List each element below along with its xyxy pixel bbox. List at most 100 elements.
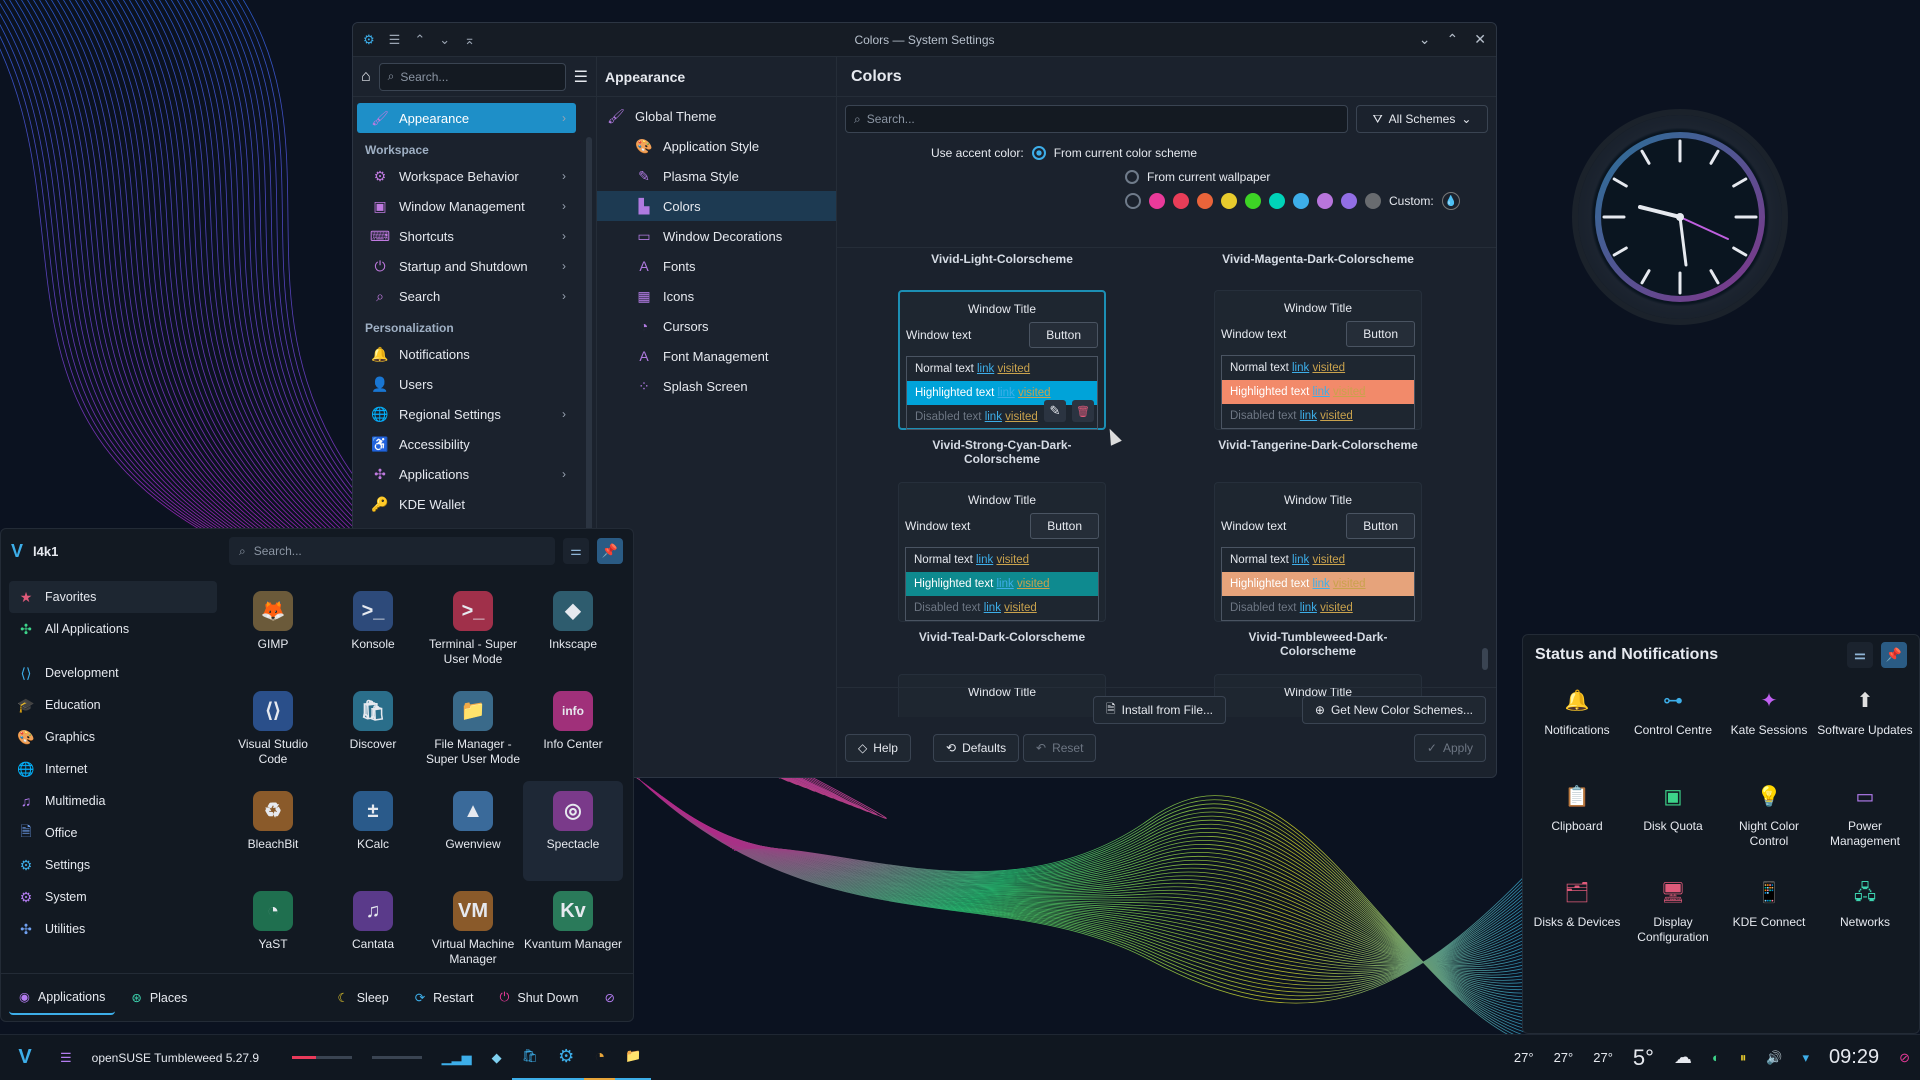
category-education[interactable]: 🎓 Education: [9, 689, 217, 721]
menu-icon[interactable]: ☰: [389, 32, 401, 48]
app-inkscape[interactable]: ◆ Inkscape: [523, 581, 623, 681]
app-gimp[interactable]: 🦊 GIMP: [223, 581, 323, 681]
category-favorites[interactable]: ★ Favorites: [9, 581, 217, 613]
accent-swatch[interactable]: [1269, 193, 1285, 209]
accent-swatch[interactable]: [1221, 193, 1237, 209]
defaults-button[interactable]: ⟲ Defaults: [933, 734, 1020, 762]
accent-swatch[interactable]: [1293, 193, 1309, 209]
app-file-manager-super-user-mode[interactable]: 📁 File Manager - Super User Mode: [423, 681, 523, 781]
accent-swatch[interactable]: [1149, 193, 1165, 209]
sidebar-item-notifications[interactable]: 🔔 Notifications: [357, 339, 576, 369]
app-spectacle[interactable]: ◎ Spectacle: [523, 781, 623, 881]
subpanel-item-plasma-style[interactable]: ✎ Plasma Style: [597, 161, 836, 191]
sidebar-item-workspace-behavior[interactable]: ⚙ Workspace Behavior ›: [357, 161, 576, 191]
app-kcalc[interactable]: ± KCalc: [323, 781, 423, 881]
accent-swatch[interactable]: [1341, 193, 1357, 209]
category-settings[interactable]: ⚙ Settings: [9, 849, 217, 881]
pin-icon[interactable]: 📌: [1881, 642, 1907, 668]
status-item-kate-sessions[interactable]: ✦ Kate Sessions: [1721, 687, 1817, 783]
get-new-schemes-button[interactable]: ⊕ Get New Color Schemes...: [1301, 696, 1486, 724]
subpanel-item-splash-screen[interactable]: ⁘ Splash Screen: [597, 371, 836, 401]
taskbar-browser[interactable]: ◔: [584, 1035, 616, 1080]
maximize-button[interactable]: ⌃: [1447, 31, 1459, 48]
taskbar-system-settings[interactable]: ⚙: [548, 1035, 585, 1080]
taskbar-discover[interactable]: 🛍: [511, 1035, 549, 1080]
category-internet[interactable]: 🌐 Internet: [9, 753, 217, 785]
category-development[interactable]: ⟨⟩ Development: [9, 657, 217, 689]
color-scheme-card[interactable]: Window Title Window text Button Normal text…: [897, 482, 1107, 650]
hamburger-menu-icon[interactable]: ☰: [574, 67, 588, 87]
restart-button[interactable]: ⟳ Restart: [405, 981, 484, 1015]
category-multimedia[interactable]: ♫ Multimedia: [9, 785, 217, 817]
app-gwenview[interactable]: ▲ Gwenview: [423, 781, 523, 881]
subpanel-item-fonts[interactable]: A Fonts: [597, 251, 836, 281]
weather-temp[interactable]: 5°: [1623, 1035, 1664, 1080]
radio-current-scheme[interactable]: [1031, 146, 1046, 160]
subpanel-item-cursors[interactable]: ◔ Cursors: [597, 311, 836, 341]
sidebar-item-kde-wallet[interactable]: 🔑 KDE Wallet: [357, 489, 576, 519]
status-item-clipboard[interactable]: 📋 Clipboard: [1529, 783, 1625, 879]
clock-time[interactable]: 09:29: [1819, 1035, 1889, 1080]
accent-swatch[interactable]: [1317, 193, 1333, 209]
show-desktop-icon[interactable]: ⊘: [1889, 1035, 1920, 1080]
sidebar-item-window-management[interactable]: ▣ Window Management ›: [357, 191, 576, 221]
accent-swatch[interactable]: [1245, 193, 1261, 209]
reset-button[interactable]: ↶ Reset: [1023, 734, 1097, 762]
color-scheme-card[interactable]: Window Title Window text Button Normal text…: [897, 290, 1107, 466]
app-bleachbit[interactable]: ♻ BleachBit: [223, 781, 323, 881]
app-gear-icon[interactable]: ⚙: [363, 32, 375, 48]
app-kvantum-manager[interactable]: Kv Kvantum Manager: [523, 881, 623, 981]
pause-icon[interactable]: ⏸: [1730, 1035, 1757, 1080]
sleep-button[interactable]: ☾ Sleep: [327, 981, 398, 1015]
app-virtual-machine-manager[interactable]: VM Virtual Machine Manager: [423, 881, 523, 981]
subpanel-item-window-decorations[interactable]: ▭ Window Decorations: [597, 221, 836, 251]
app-cantata[interactable]: ♫ Cantata: [323, 881, 423, 981]
pin-icon[interactable]: 📌: [597, 538, 623, 564]
app-discover[interactable]: 🛍 Discover: [323, 681, 423, 781]
apply-button[interactable]: ✓ Apply: [1413, 734, 1486, 762]
app-konsole[interactable]: >_ Konsole: [323, 581, 423, 681]
taskbar-inkscape[interactable]: ◆: [482, 1035, 512, 1080]
tray-expand-icon[interactable]: ▾: [1793, 1035, 1820, 1080]
subpanel-item-colors[interactable]: ▙ Colors: [597, 191, 836, 221]
subpanel-item-application-style[interactable]: 🎨 Application Style: [597, 131, 836, 161]
sidebar-item-search[interactable]: ⌕ Search ›: [357, 281, 576, 311]
install-from-file-button[interactable]: 🗎 Install from File...: [1092, 696, 1226, 724]
accent-swatch[interactable]: [1197, 193, 1213, 209]
shade-icon[interactable]: ⌅: [464, 32, 475, 48]
custom-color-picker[interactable]: 💧: [1441, 192, 1460, 210]
close-button[interactable]: ✕: [1474, 31, 1486, 48]
status-item-control-centre[interactable]: ⊶ Control Centre: [1625, 687, 1721, 783]
status-item-notifications[interactable]: 🔔 Notifications: [1529, 687, 1625, 783]
sidebar-item-accessibility[interactable]: ♿ Accessibility: [357, 429, 576, 459]
status-item-power-management[interactable]: ▭ Power Management: [1817, 783, 1913, 879]
pager-icon[interactable]: ☰: [50, 1035, 82, 1080]
sidebar-item-appearance[interactable]: 🖌 Appearance ›: [357, 103, 576, 133]
help-button[interactable]: ◇ Help: [845, 734, 911, 762]
minimize-button[interactable]: ⌄: [1419, 31, 1431, 48]
leave-options-button[interactable]: ⊘: [595, 981, 625, 1015]
status-item-disk-quota[interactable]: ▣ Disk Quota: [1625, 783, 1721, 879]
keep-below-icon[interactable]: ⌄: [439, 32, 450, 48]
status-item-kde-connect[interactable]: 📱 KDE Connect: [1721, 879, 1817, 975]
app-visual-studio-code[interactable]: ⟨⟩ Visual Studio Code: [223, 681, 323, 781]
category-office[interactable]: 🗎 Office: [9, 817, 217, 849]
status-item-night-color-control[interactable]: 💡 Night Color Control: [1721, 783, 1817, 879]
keep-above-icon[interactable]: ⌃: [414, 32, 425, 48]
configure-icon[interactable]: ⚌: [563, 538, 589, 564]
app-yast[interactable]: ◔ YaST: [223, 881, 323, 981]
scheme-filter-dropdown[interactable]: ⛛ All Schemes ⌄: [1356, 105, 1488, 133]
app-info-center[interactable]: info Info Center: [523, 681, 623, 781]
tab-applications[interactable]: ◉ Applications: [9, 981, 116, 1015]
category-system[interactable]: ⚙ System: [9, 881, 217, 913]
configure-icon[interactable]: ⚌: [1847, 642, 1873, 668]
status-item-networks[interactable]: 🖧 Networks: [1817, 879, 1913, 975]
color-scheme-card[interactable]: Window Title Window text Button Normal text…: [1213, 482, 1423, 658]
subpanel-item-font-management[interactable]: A Font Management: [597, 341, 836, 371]
edit-scheme-icon[interactable]: ✎: [1044, 400, 1066, 422]
accent-swatch[interactable]: [1173, 193, 1189, 209]
taskbar-file-manager[interactable]: 📁: [615, 1035, 652, 1080]
tab-places[interactable]: ⊛ Places: [121, 981, 197, 1015]
color-scheme-card[interactable]: Window Title Window text Button Normal text…: [1213, 290, 1423, 458]
sidebar-scrollbar[interactable]: [586, 137, 592, 567]
